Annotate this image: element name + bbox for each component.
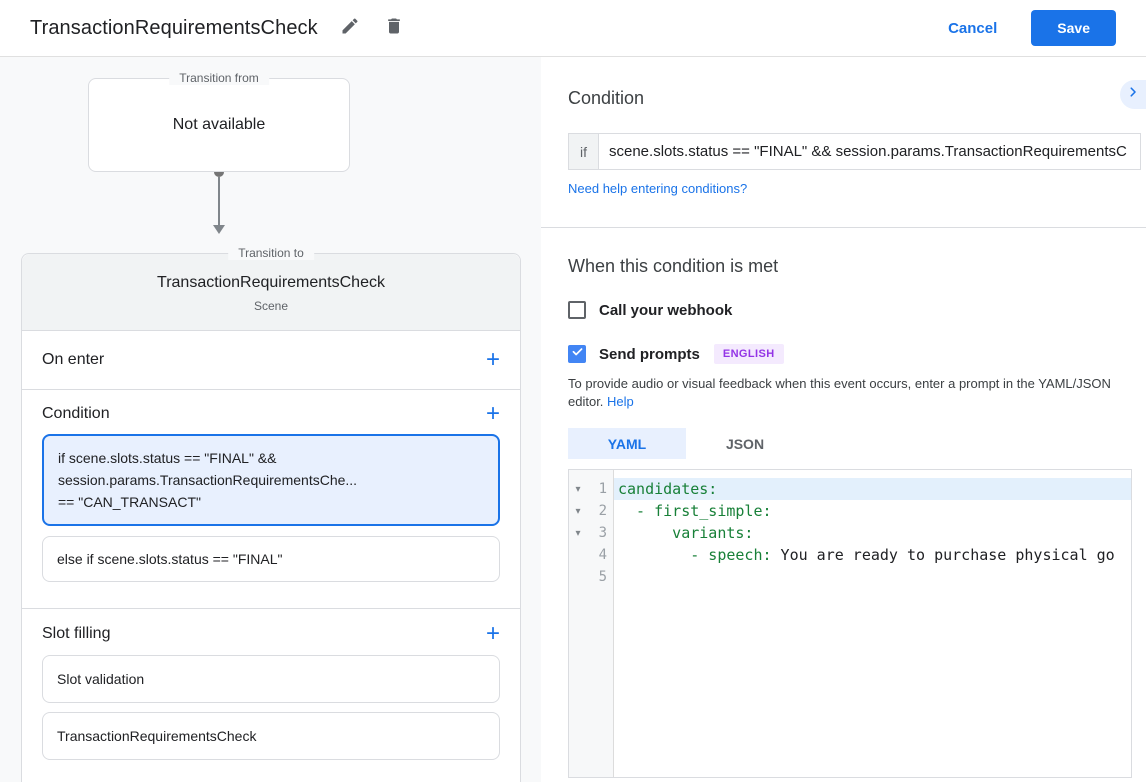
arrow-line bbox=[218, 177, 220, 225]
arrow-head-icon bbox=[213, 225, 225, 234]
when-condition-met-title: When this condition is met bbox=[568, 256, 779, 276]
condition-editor-panel: Condition if Need help entering conditio… bbox=[541, 57, 1146, 782]
delete-scene-button[interactable] bbox=[382, 16, 406, 40]
send-prompts-checkbox[interactable] bbox=[568, 345, 586, 363]
code-line: - speech: You are ready to purchase phys… bbox=[614, 544, 1131, 566]
gutter-line: ▾ 1 bbox=[569, 478, 613, 500]
line-number: 4 bbox=[598, 547, 607, 563]
call-webhook-label: Call your webhook bbox=[599, 301, 733, 319]
transition-to-card: Transition to TransactionRequirementsChe… bbox=[21, 246, 521, 782]
slot-card-label: Slot validation bbox=[57, 671, 145, 687]
collapse-panel-button[interactable] bbox=[1120, 80, 1146, 109]
code-line: - first_simple: bbox=[614, 500, 1131, 522]
condition-text-line: == "CAN_TRANSACT" bbox=[58, 494, 201, 510]
checkmark-icon bbox=[571, 345, 584, 363]
line-number: 1 bbox=[598, 481, 607, 497]
chevron-right-icon bbox=[1126, 85, 1140, 104]
add-on-enter-button[interactable]: + bbox=[486, 348, 500, 372]
conditions-help-link[interactable]: Need help entering conditions? bbox=[568, 181, 747, 196]
line-number: 2 bbox=[598, 503, 607, 519]
prompt-help-body: To provide audio or visual feedback when… bbox=[568, 376, 1111, 409]
transition-from-box: Transition from Not available bbox=[88, 71, 350, 172]
send-prompts-label: Send prompts bbox=[599, 345, 700, 363]
slot-card-label: TransactionRequirementsCheck bbox=[57, 728, 257, 744]
send-prompts-row: Send prompts ENGLISH bbox=[568, 344, 1146, 364]
pencil-icon bbox=[340, 16, 360, 41]
cancel-button[interactable]: Cancel bbox=[948, 20, 997, 37]
page-title: TransactionRequirementsCheck bbox=[30, 16, 318, 39]
line-number: 5 bbox=[598, 569, 607, 585]
condition-expression-input[interactable] bbox=[599, 134, 1140, 169]
condition-section-head: Condition + bbox=[22, 390, 520, 434]
condition-card[interactable]: else if scene.slots.status == "FINAL" bbox=[42, 536, 500, 582]
yaml-code-editor[interactable]: ▾ 1 ▾ 2 ▾ 3 4 5 candidates: - first_simp… bbox=[568, 469, 1132, 778]
prompt-help-text: To provide audio or visual feedback when… bbox=[568, 375, 1130, 411]
tab-json[interactable]: JSON bbox=[686, 428, 804, 459]
code-line-highlighted: candidates: bbox=[614, 478, 1131, 500]
code-line: variants: bbox=[614, 522, 1131, 544]
transition-arrow bbox=[213, 167, 225, 234]
webhook-row: Call your webhook bbox=[568, 301, 1146, 319]
save-button[interactable]: Save bbox=[1031, 10, 1116, 46]
yaml-key: - speech: bbox=[618, 546, 772, 564]
on-enter-section: On enter + bbox=[22, 331, 520, 389]
language-badge: ENGLISH bbox=[713, 344, 784, 364]
edit-name-button[interactable] bbox=[338, 16, 362, 40]
help-link[interactable]: Help bbox=[607, 394, 634, 409]
condition-text-line: if scene.slots.status == "FINAL" && bbox=[58, 450, 277, 466]
on-enter-label: On enter bbox=[42, 351, 105, 368]
yaml-key: variants: bbox=[618, 524, 754, 542]
call-webhook-checkbox[interactable] bbox=[568, 301, 586, 319]
condition-text-line: else if scene.slots.status == "FINAL" bbox=[57, 551, 283, 567]
condition-expression-row: if bbox=[568, 133, 1141, 170]
condition-section-label: Condition bbox=[42, 405, 110, 422]
editor-format-tabs: YAML JSON bbox=[568, 428, 1146, 459]
yaml-key: - first_simple: bbox=[618, 502, 772, 520]
yaml-key: candidates: bbox=[618, 480, 718, 498]
scene-header: TransactionRequirementsCheck Scene bbox=[22, 254, 520, 331]
line-number: 3 bbox=[598, 525, 607, 541]
fold-toggle-icon[interactable]: ▾ bbox=[569, 506, 587, 517]
gutter-line: 5 bbox=[569, 566, 613, 588]
scene-diagram-panel: Transition from Not available Transition… bbox=[0, 57, 541, 782]
if-prefix-label: if bbox=[569, 134, 599, 169]
gutter-line: ▾ 2 bbox=[569, 500, 613, 522]
fold-toggle-icon[interactable]: ▾ bbox=[569, 528, 587, 539]
slot-card-requirements-check[interactable]: TransactionRequirementsCheck bbox=[42, 712, 500, 760]
gutter-line: 4 bbox=[569, 544, 613, 566]
trash-icon bbox=[384, 16, 404, 41]
transition-to-label: Transition to bbox=[228, 246, 314, 260]
slot-filling-label: Slot filling bbox=[42, 625, 111, 642]
slot-card-validation[interactable]: Slot validation bbox=[42, 655, 500, 703]
tab-yaml[interactable]: YAML bbox=[568, 428, 686, 459]
add-condition-button[interactable]: + bbox=[486, 402, 500, 426]
transition-from-value: Not available bbox=[172, 116, 266, 133]
scene-name: TransactionRequirementsCheck bbox=[157, 274, 385, 291]
gutter-line: ▾ 3 bbox=[569, 522, 613, 544]
slot-filling-section-head: Slot filling + bbox=[22, 609, 520, 655]
scene-type: Scene bbox=[253, 299, 289, 313]
transition-from-label: Transition from bbox=[169, 71, 269, 85]
editor-gutter: ▾ 1 ▾ 2 ▾ 3 4 5 bbox=[569, 470, 614, 777]
horizontal-divider bbox=[541, 227, 1146, 228]
yaml-value: You are ready to purchase physical go bbox=[771, 546, 1115, 564]
condition-text-line: session.params.TransactionRequirementsCh… bbox=[58, 472, 358, 488]
panel-title: Condition bbox=[568, 88, 645, 108]
fold-toggle-icon[interactable]: ▾ bbox=[569, 484, 587, 495]
editor-code-area[interactable]: candidates: - first_simple: variants: - … bbox=[614, 470, 1131, 777]
add-slot-button[interactable]: + bbox=[486, 622, 500, 646]
top-bar: TransactionRequirementsCheck Cancel Save bbox=[0, 0, 1146, 57]
condition-card-selected[interactable]: if scene.slots.status == "FINAL" && sess… bbox=[42, 434, 500, 526]
